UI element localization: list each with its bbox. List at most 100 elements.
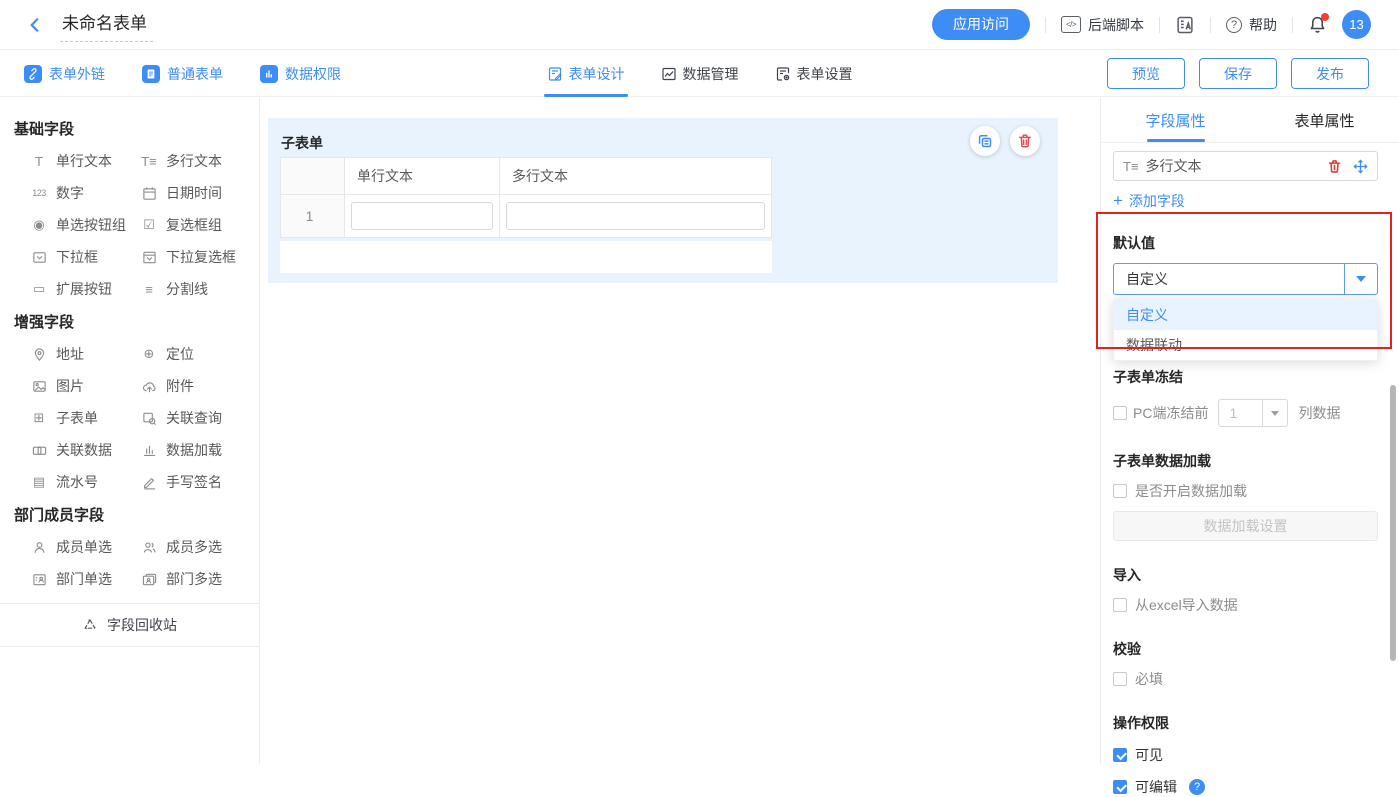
field-item-number[interactable]: 123 数字 <box>30 177 140 209</box>
field-item-member-single[interactable]: 成员单选 <box>30 531 140 563</box>
dropdown-icon <box>30 250 48 265</box>
bar-chart-icon <box>260 65 278 83</box>
subform-component-selected[interactable]: 子表单 <box>268 118 1058 283</box>
api-docs-icon[interactable] <box>1175 15 1195 35</box>
data-load-icon <box>140 443 158 458</box>
help-button[interactable]: ? 帮助 <box>1226 15 1277 35</box>
field-recycle-bin-button[interactable]: 字段回收站 <box>0 603 259 647</box>
panel-scrollbar-thumb[interactable] <box>1390 385 1396 661</box>
multi-line-text-icon: T≡ <box>140 154 158 169</box>
dropdown-option-data-linkage[interactable]: 数据联动 <box>1114 330 1377 360</box>
field-item-data-load[interactable]: 数据加载 <box>140 434 259 466</box>
add-field-button[interactable]: + 添加字段 <box>1113 191 1185 211</box>
data-load-settings-button[interactable]: 数据加载设置 <box>1113 511 1378 541</box>
tab-data-management[interactable]: 数据管理 <box>661 51 739 97</box>
data-management-icon <box>661 66 677 82</box>
move-field-icon[interactable] <box>1353 159 1368 174</box>
required-checkbox[interactable] <box>1113 672 1127 686</box>
dropdown-option-custom[interactable]: 自定义 <box>1114 300 1377 330</box>
column-header: 多行文本 <box>500 158 771 195</box>
single-line-text-input[interactable] <box>351 202 493 230</box>
field-item-image[interactable]: 图片 <box>30 370 140 402</box>
field-item-serial-number[interactable]: ▤ 流水号 <box>30 466 140 498</box>
data-load-checkbox[interactable] <box>1113 484 1127 498</box>
checkbox-icon: ☑ <box>140 217 158 233</box>
field-item-member-multi[interactable]: 成员多选 <box>140 531 259 563</box>
row-index-cell: 1 <box>281 195 345 237</box>
selected-field-chip[interactable]: T≡ 多行文本 <box>1113 151 1378 181</box>
tab-form-design[interactable]: 表单设计 <box>547 51 625 97</box>
field-item-attachment[interactable]: 附件 <box>140 370 259 402</box>
field-item-divider-line[interactable]: ≡ 分割线 <box>140 273 259 305</box>
field-item-signature[interactable]: 手写签名 <box>140 466 259 498</box>
preview-button[interactable]: 预览 <box>1107 58 1185 89</box>
excel-import-checkbox[interactable] <box>1113 598 1127 612</box>
copy-component-button[interactable] <box>970 126 1000 156</box>
field-item-linked-data[interactable]: 关联数据 <box>30 434 140 466</box>
back-icon[interactable] <box>26 16 44 34</box>
subform-title: 子表单 <box>281 133 323 153</box>
people-icon <box>140 540 158 555</box>
visible-checkbox[interactable] <box>1113 748 1127 762</box>
tab-form-settings[interactable]: 表单设置 <box>775 51 853 97</box>
subform-freeze-title: 子表单冻结 <box>1113 367 1378 387</box>
department-icon <box>30 572 48 587</box>
field-item-dept-single[interactable]: 部门单选 <box>30 563 140 595</box>
freeze-checkbox[interactable] <box>1113 406 1127 420</box>
publish-button[interactable]: 发布 <box>1291 58 1369 89</box>
field-item-checkbox-group[interactable]: ☑ 复选框组 <box>140 209 259 241</box>
editable-label: 可编辑 <box>1135 777 1177 797</box>
tab-field-properties[interactable]: 字段属性 <box>1101 98 1250 142</box>
save-button[interactable]: 保存 <box>1199 58 1277 89</box>
freeze-select-arrow[interactable] <box>1262 400 1287 426</box>
form-design-icon <box>547 66 563 82</box>
editable-help-icon[interactable]: ? <box>1189 779 1205 795</box>
link-icon <box>24 65 42 83</box>
delete-component-button[interactable] <box>1010 126 1040 156</box>
form-design-canvas[interactable]: 子表单 <box>261 98 1099 764</box>
multi-line-text-input[interactable] <box>506 202 765 230</box>
form-external-link-button[interactable]: 表单外链 <box>24 64 105 84</box>
data-permission-button[interactable]: 数据权限 <box>260 64 341 84</box>
linked-query-icon <box>140 411 158 426</box>
calendar-icon <box>140 186 158 201</box>
field-item-subform[interactable]: ⊞ 子表单 <box>30 402 140 434</box>
department-multi-icon <box>140 572 158 587</box>
field-item-single-line-text[interactable]: T 单行文本 <box>30 145 140 177</box>
section-title-enhanced-fields: 增强字段 <box>14 311 259 332</box>
required-label: 必填 <box>1135 669 1163 689</box>
linked-data-icon <box>30 443 48 458</box>
field-item-linked-query[interactable]: 关联查询 <box>140 402 259 434</box>
signature-pencil-icon <box>140 475 158 490</box>
page-title[interactable]: 未命名表单 <box>60 7 153 42</box>
field-item-dept-multi[interactable]: 部门多选 <box>140 563 259 595</box>
field-item-address[interactable]: 地址 <box>30 338 140 370</box>
select-arrow-button[interactable] <box>1344 264 1377 294</box>
field-item-dropdown-multi[interactable]: 下拉复选框 <box>140 241 259 273</box>
tab-form-properties[interactable]: 表单属性 <box>1250 98 1399 142</box>
normal-form-button[interactable]: 普通表单 <box>142 64 223 84</box>
delete-field-icon[interactable] <box>1327 159 1342 174</box>
freeze-count-select[interactable]: 1 <box>1218 399 1288 427</box>
app-access-button[interactable]: 应用访问 <box>932 9 1030 40</box>
row-index-header <box>281 158 345 195</box>
field-item-multi-line-text[interactable]: T≡ 多行文本 <box>140 145 259 177</box>
validation-title: 校验 <box>1113 639 1378 659</box>
field-item-datetime[interactable]: 日期时间 <box>140 177 259 209</box>
backend-script-button[interactable]: </> 后端脚本 <box>1061 15 1144 35</box>
field-item-radio-group[interactable]: ◉ 单选按钮组 <box>30 209 140 241</box>
subform-add-row-area[interactable] <box>280 241 772 273</box>
plus-icon: + <box>1113 194 1123 208</box>
notification-bell-icon[interactable] <box>1308 15 1327 34</box>
field-item-locate[interactable]: ⊕ 定位 <box>140 338 259 370</box>
default-value-select[interactable]: 自定义 <box>1113 263 1378 295</box>
avatar[interactable]: 13 <box>1342 10 1371 39</box>
editable-checkbox[interactable] <box>1113 780 1127 794</box>
question-icon: ? <box>1226 17 1242 33</box>
field-item-dropdown[interactable]: 下拉框 <box>30 241 140 273</box>
field-item-extend-button[interactable]: ▭ 扩展按钮 <box>30 273 140 305</box>
crosshair-icon: ⊕ <box>140 346 158 362</box>
column-header: 单行文本 <box>345 158 500 195</box>
subform-table: 单行文本 多行文本 1 <box>280 157 772 238</box>
import-title: 导入 <box>1113 565 1378 585</box>
